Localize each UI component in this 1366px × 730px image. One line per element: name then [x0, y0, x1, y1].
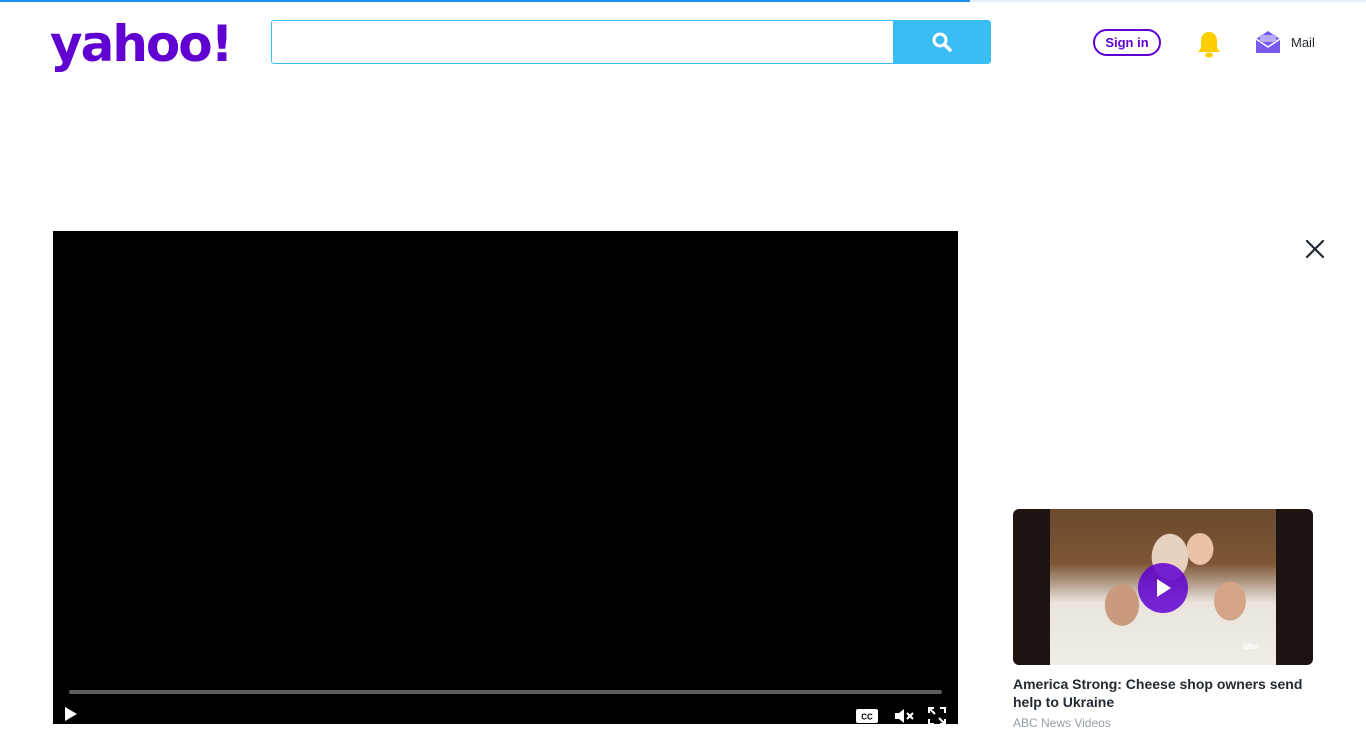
- notifications-button[interactable]: [1195, 29, 1223, 59]
- related-video-source: ABC News Videos: [1013, 716, 1111, 730]
- related-video-thumbnail[interactable]: abc: [1013, 509, 1313, 665]
- bell-icon: [1198, 32, 1220, 58]
- related-video-title[interactable]: America Strong: Cheese shop owners send …: [1013, 675, 1313, 711]
- closed-captions-button[interactable]: CC: [855, 708, 879, 729]
- play-icon: [1157, 579, 1171, 597]
- sign-in-button[interactable]: Sign in: [1093, 29, 1161, 56]
- mail-icon: [1255, 31, 1281, 53]
- close-icon: [1305, 239, 1325, 259]
- play-button[interactable]: [63, 705, 79, 728]
- fullscreen-icon: [928, 707, 946, 725]
- yahoo-logo[interactable]: yahoo!: [50, 14, 233, 74]
- play-icon: [65, 707, 77, 721]
- video-progress-bar[interactable]: [69, 690, 942, 694]
- closed-captions-icon: CC: [856, 709, 878, 723]
- fullscreen-button[interactable]: [928, 707, 946, 730]
- mail-link[interactable]: Mail: [1255, 27, 1315, 57]
- svg-text:CC: CC: [861, 713, 873, 722]
- mail-label: Mail: [1291, 34, 1315, 50]
- search-bar: [271, 20, 991, 64]
- close-button[interactable]: [1303, 237, 1327, 261]
- mute-icon: [895, 709, 914, 723]
- site-header: yahoo! Sign in Mail: [0, 0, 1366, 86]
- search-icon: [932, 32, 952, 52]
- mute-button[interactable]: [894, 707, 914, 730]
- source-badge: abc: [1243, 641, 1259, 651]
- search-input[interactable]: [272, 21, 894, 63]
- thumbnail-play-button[interactable]: [1138, 563, 1188, 613]
- video-player[interactable]: CC: [53, 231, 958, 725]
- search-button[interactable]: [893, 21, 990, 63]
